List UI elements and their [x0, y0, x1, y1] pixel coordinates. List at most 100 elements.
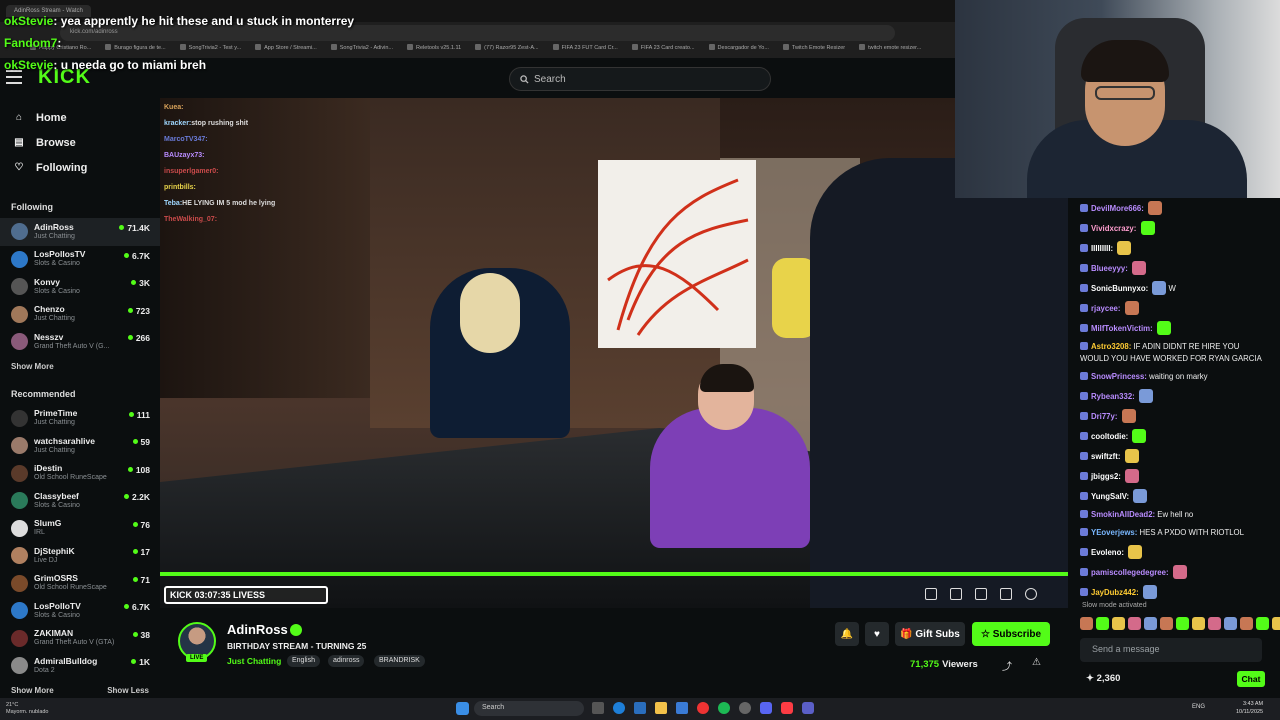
show-more-following[interactable]: Show More [0, 362, 160, 371]
chat-username[interactable]: Vividxcrazy: [1091, 224, 1136, 233]
emote-picker-icon[interactable] [1224, 617, 1237, 630]
nav-item-browse[interactable]: ▤ Browse [0, 130, 160, 155]
folder-icon[interactable] [655, 702, 667, 714]
teams-icon[interactable] [802, 702, 814, 714]
emote-picker-icon[interactable] [1256, 617, 1269, 630]
chat-username[interactable]: YEoverjews: [1091, 528, 1137, 537]
channel-item[interactable]: Classybeef Slots & Casino 2.2K [0, 487, 160, 515]
channel-item[interactable]: LosPollosTV Slots & Casino 6.7K [0, 246, 160, 274]
tag[interactable]: BRANDRISK [374, 655, 425, 667]
chat-username[interactable]: MilfTokenVictim: [1091, 324, 1153, 333]
edge-icon[interactable] [613, 702, 625, 714]
bookmark[interactable]: (77) Razor95 Zest-A... [475, 44, 538, 51]
store-icon[interactable] [634, 702, 646, 714]
show-less-button[interactable]: Show Less [107, 686, 149, 695]
chat-username[interactable]: SnowPrincess: [1091, 372, 1147, 381]
share-icon[interactable]: ⤴ [1002, 658, 1012, 673]
video-player[interactable]: Kuea: kracker:stop rushing shit MarcoTV347… [160, 98, 1068, 608]
tag[interactable]: English [287, 655, 320, 667]
channel-item[interactable]: AdinRoss Just Chatting 71.4K [0, 218, 160, 246]
chat-username[interactable]: SonicBunnyxo: [1091, 284, 1148, 293]
emote-picker-icon[interactable] [1080, 617, 1093, 630]
nav-item-following[interactable]: ♡ Following [0, 155, 160, 180]
chat-username[interactable]: jbiggs2: [1091, 472, 1121, 481]
chat-username[interactable]: YungSalV: [1091, 492, 1129, 501]
search-input[interactable]: Search [509, 67, 771, 91]
channel-item[interactable]: AdmiralBulldog Dota 2 1K [0, 652, 160, 680]
bookmark[interactable]: Descargador de Yo... [709, 44, 769, 51]
chat-username[interactable]: swiftzft: [1091, 452, 1120, 461]
weather-widget[interactable]: 21°C Mayorm. nublado [6, 702, 49, 716]
emote-picker-icon[interactable] [1096, 617, 1109, 630]
emote-picker-icon[interactable] [1192, 617, 1205, 630]
channel-item[interactable]: PrimeTime Just Chatting 111 [0, 405, 160, 433]
video-progress-bar[interactable] [160, 572, 1068, 576]
follow-heart-icon[interactable]: ♥ [865, 622, 889, 646]
clip-icon[interactable] [975, 588, 987, 600]
notification-bell-icon[interactable]: 🔔 [835, 622, 859, 646]
chat-username[interactable]: Blueeyyy: [1091, 264, 1128, 273]
chat-send-button[interactable]: Chat [1237, 671, 1265, 687]
channel-item[interactable]: iDestin Old School RuneScape 108 [0, 460, 160, 488]
channel-item[interactable]: DjStephiK Live DJ 17 [0, 542, 160, 570]
stream-category[interactable]: Just Chatting [227, 656, 281, 666]
chat-username[interactable]: Astro3208: [1091, 342, 1131, 351]
emote-picker-icon[interactable] [1160, 617, 1173, 630]
chat-username[interactable]: IIIIIIIII: [1091, 244, 1113, 253]
streamer-name[interactable]: AdinRoss [227, 622, 288, 637]
subscribe-button[interactable]: ☆ Subscribe [972, 622, 1050, 646]
nav-item-home[interactable]: ⌂ Home [0, 105, 160, 130]
fullscreen-icon[interactable] [1000, 588, 1012, 600]
windows-start-icon[interactable] [456, 702, 469, 715]
chat-username[interactable]: JayDubz442: [1091, 588, 1139, 597]
emote-picker-icon[interactable] [1176, 617, 1189, 630]
bookmark[interactable]: twitch emote resizer... [859, 44, 921, 51]
bookmark[interactable]: Reletools v25.1.11 [407, 44, 461, 51]
gift-subs-button[interactable]: 🎁 Gift Subs [895, 622, 965, 646]
emote-picker-icon[interactable] [1240, 617, 1253, 630]
settings-gear-icon[interactable] [1025, 588, 1037, 600]
channel-item[interactable]: ZAKIMAN Grand Theft Auto V (GTA) 38 [0, 625, 160, 653]
channel-item[interactable]: GrimOSRS Old School RuneScape 71 [0, 570, 160, 598]
channel-points[interactable]: ✦ 2,360 [1086, 673, 1120, 684]
language-indicator[interactable]: ENG [1192, 704, 1205, 710]
tag[interactable]: adinross [328, 655, 365, 667]
taskbar-search[interactable]: Search [474, 701, 584, 716]
chrome-icon[interactable] [697, 702, 709, 714]
bookmark[interactable]: Twitch Emote Resizer [783, 44, 845, 51]
chat-username[interactable]: DevilMore666: [1091, 204, 1144, 213]
channel-item[interactable]: Konvy Slots & Casino 3K [0, 273, 160, 301]
theater-mode-icon[interactable] [925, 588, 937, 600]
report-icon[interactable]: ⚠ [1032, 657, 1041, 668]
overlay-chat-line: okStevie: u needa go to miami breh [4, 54, 354, 76]
chat-username[interactable]: Evoleno: [1091, 548, 1124, 557]
show-more-button[interactable]: Show More [11, 686, 54, 695]
bookmark[interactable]: FIFA 23 FUT Card Cr... [553, 44, 618, 51]
emote-picker-icon[interactable] [1128, 617, 1141, 630]
emote-picker-icon[interactable] [1208, 617, 1221, 630]
chat-username[interactable]: rjaycee: [1091, 304, 1120, 313]
channel-item[interactable]: Nesszv Grand Theft Auto V (G... 266 [0, 328, 160, 356]
chat-username[interactable]: pamiscollegedegree: [1091, 568, 1169, 577]
channel-item[interactable]: LosPolloTV Slots & Casino 6.7K [0, 597, 160, 625]
chat-username[interactable]: SmokinAllDead2: [1091, 510, 1155, 519]
emote-picker-icon[interactable] [1272, 617, 1280, 630]
discord-icon[interactable] [760, 702, 772, 714]
chat-username[interactable]: Dri77y: [1091, 412, 1117, 421]
channel-item[interactable]: SlumG IRL 76 [0, 515, 160, 543]
pip-icon[interactable] [950, 588, 962, 600]
system-clock[interactable]: 3:43 AM 10/11/2025 [1236, 700, 1263, 716]
obs-icon[interactable] [739, 702, 751, 714]
emote-picker-icon[interactable] [1144, 617, 1157, 630]
mail-icon[interactable] [676, 702, 688, 714]
task-view-icon[interactable] [592, 702, 604, 714]
music-icon[interactable] [781, 702, 793, 714]
channel-item[interactable]: Chenzo Just Chatting 723 [0, 301, 160, 329]
chat-input[interactable]: Send a message [1080, 638, 1262, 662]
spotify-icon[interactable] [718, 702, 730, 714]
emote-picker-icon[interactable] [1112, 617, 1125, 630]
chat-username[interactable]: Rybean332: [1091, 392, 1135, 401]
channel-item[interactable]: watchsarahlive Just Chatting 59 [0, 432, 160, 460]
chat-username[interactable]: cooltodie: [1091, 432, 1128, 441]
bookmark[interactable]: FIFA 23 Card creato... [632, 44, 695, 51]
